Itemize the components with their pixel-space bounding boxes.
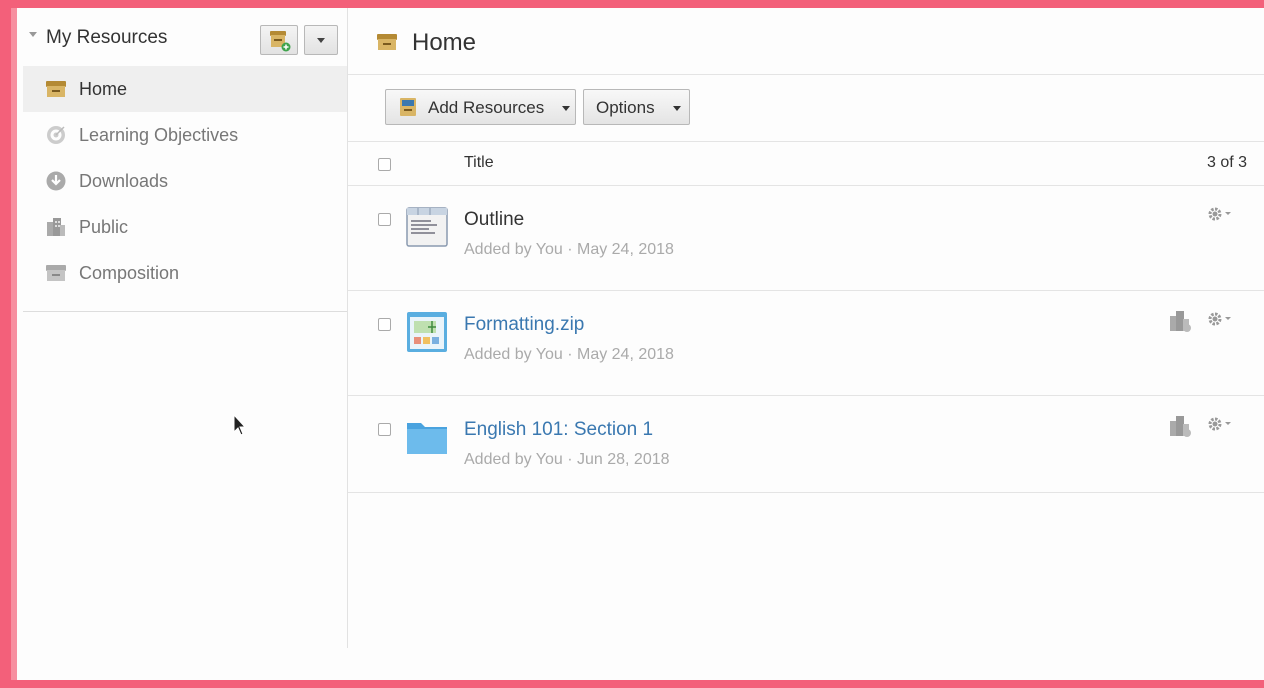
archive-add-icon (270, 31, 291, 52)
sidebar-item-downloads[interactable]: Downloads (23, 158, 347, 204)
sidebar-item-label: Home (79, 79, 128, 99)
main-panel: Home Add Resources Options Title 3 of 3 (348, 8, 1264, 680)
sidebar: My Resources Home Learning Objectives Do… (23, 8, 348, 648)
sidebar-divider (23, 311, 347, 312)
row-checkbox[interactable] (378, 318, 391, 331)
column-title: Title (464, 154, 494, 171)
document-icon (406, 207, 448, 247)
sidebar-item-label: Public (79, 217, 129, 237)
sidebar-nav: Home Learning Objectives Downloads Publi… (23, 66, 347, 296)
sidebar-item-public[interactable]: Public (23, 204, 347, 250)
buildings-icon (47, 218, 65, 236)
page-title: Home (412, 29, 477, 56)
row-checkbox[interactable] (378, 423, 391, 436)
sidebar-header: My Resources (23, 8, 347, 66)
app-frame: My Resources Home Learning Objectives Do… (11, 8, 1264, 680)
image-file-icon (407, 312, 447, 352)
gear-icon[interactable] (1205, 204, 1235, 224)
sidebar-title: My Resources (46, 27, 168, 48)
archive-box-icon (400, 98, 416, 116)
list-item[interactable]: Formatting.zip Added by You · May 24, 20… (348, 291, 1264, 396)
folder-icon (407, 423, 447, 454)
add-collection-button[interactable] (260, 25, 298, 55)
mouse-cursor-icon (233, 414, 247, 436)
buildings-icon (1170, 311, 1191, 332)
add-resources-button[interactable]: Add Resources (385, 89, 576, 125)
collapse-caret-icon[interactable] (29, 32, 37, 37)
archive-box-icon (46, 265, 66, 281)
options-button[interactable]: Options (583, 89, 690, 125)
row-title-link[interactable]: English 101: Section 1 (464, 419, 653, 441)
row-title: Outline (464, 209, 525, 230)
buildings-icon (1170, 416, 1191, 437)
row-checkbox[interactable] (378, 213, 391, 226)
row-meta: Added by You · May 24, 2018 (464, 241, 674, 258)
row-title-link[interactable]: Formatting.zip (464, 314, 584, 336)
download-circle-icon (46, 171, 66, 191)
toolbar: Add Resources Options (348, 75, 1264, 142)
archive-box-icon (46, 81, 66, 97)
sidebar-item-label: Downloads (79, 171, 169, 191)
main-header: Home (348, 8, 1264, 75)
collection-menu-button[interactable] (304, 25, 338, 55)
options-label: Options (596, 98, 655, 117)
item-count: 3 of 3 (1206, 154, 1247, 171)
list-header: Title 3 of 3 (348, 142, 1264, 186)
list-item[interactable]: Outline Added by You · May 24, 2018 (348, 186, 1264, 291)
list-item[interactable]: English 101: Section 1 Added by You · Ju… (348, 396, 1264, 493)
add-resources-label: Add Resources (428, 98, 545, 117)
sidebar-item-home[interactable]: Home (23, 66, 347, 112)
chevron-down-icon (673, 106, 681, 111)
archive-box-icon (377, 34, 397, 50)
chevron-down-icon (317, 38, 325, 43)
gear-icon[interactable] (1205, 309, 1235, 329)
sidebar-item-label: Composition (79, 263, 180, 283)
chevron-down-icon (562, 106, 570, 111)
row-meta: Added by You · May 24, 2018 (464, 346, 674, 363)
gear-icon[interactable] (1205, 414, 1235, 434)
select-all-checkbox[interactable] (378, 158, 391, 171)
sidebar-item-composition[interactable]: Composition (23, 250, 347, 296)
row-meta: Added by You · Jun 28, 2018 (464, 451, 670, 468)
sidebar-item-label: Learning Objectives (79, 125, 239, 145)
sidebar-item-learning-objectives[interactable]: Learning Objectives (23, 112, 347, 158)
target-icon (47, 126, 65, 144)
